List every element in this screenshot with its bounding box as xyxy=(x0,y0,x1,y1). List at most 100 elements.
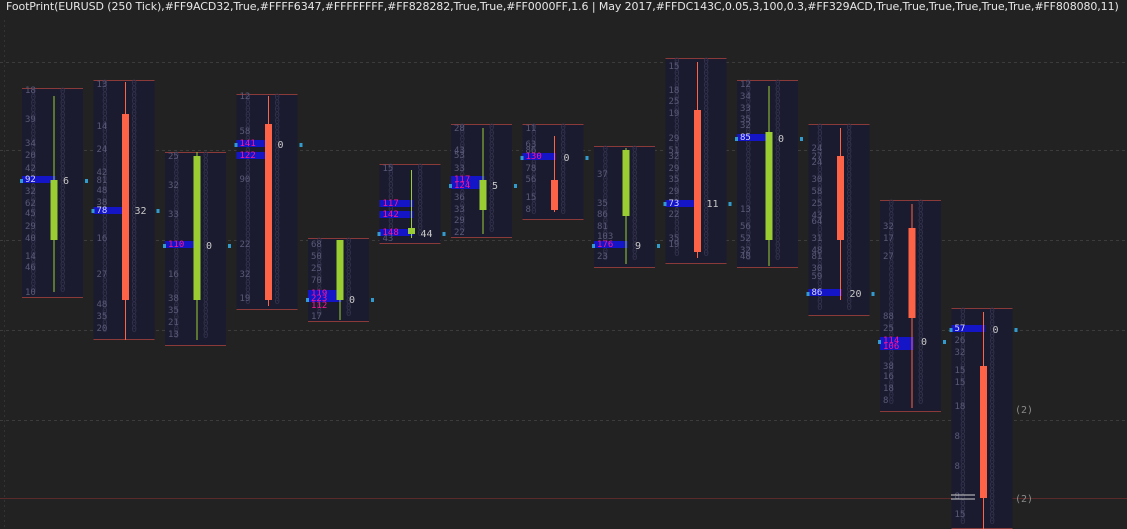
candle-body-up[interactable] xyxy=(336,240,344,300)
volume-label: 13 xyxy=(168,330,179,340)
poc-right-marker xyxy=(800,137,803,141)
volume-label: 29 xyxy=(669,187,680,197)
volume-label: 25 xyxy=(883,324,894,334)
volume-label: 17 xyxy=(311,312,322,322)
candle-body-down[interactable] xyxy=(694,110,701,252)
volume-label: 8 xyxy=(526,205,531,215)
volume-label: 32 xyxy=(955,348,966,358)
volume-label: 15 xyxy=(955,510,966,520)
footprint-chart[interactable]: 0 00 00 00 00 00 00 00 00 00 00 00 00 00 0000 00 00 00 00 0… xyxy=(0,0,1127,529)
candle-body-down[interactable] xyxy=(551,180,558,210)
volume-label: 45 xyxy=(25,209,36,219)
poc-right-marker xyxy=(228,244,231,248)
ask-volume-dim: 0 xyxy=(203,331,208,341)
volume-label: 53 xyxy=(454,151,465,161)
candle-body-down[interactable] xyxy=(980,366,987,498)
volume-label: 58 xyxy=(812,187,823,197)
volume-label: 31 xyxy=(812,234,823,244)
poc-left-marker xyxy=(949,328,953,332)
volume-label: 56 xyxy=(526,175,537,185)
bar-delta-value: 20 xyxy=(850,289,862,300)
bar-delta-value: 0 xyxy=(778,134,784,145)
poc-left-marker xyxy=(663,202,667,206)
ask-volume-dim: 0 xyxy=(918,397,923,407)
volume-label: 43 xyxy=(383,234,394,244)
candle-body-down[interactable] xyxy=(908,228,916,318)
candle-body-up[interactable] xyxy=(622,150,630,216)
ask-volume-dim: 0 xyxy=(847,303,852,313)
bar-delta-value: 32 xyxy=(135,206,147,217)
volume-label: 13 xyxy=(740,205,751,215)
poc-left-marker xyxy=(163,244,166,248)
volume-label: 16 xyxy=(168,270,179,280)
volume-label: 15 xyxy=(955,366,966,376)
volume-label: 48 xyxy=(97,186,108,196)
poc-left-marker xyxy=(234,143,238,147)
volume-label: 19 xyxy=(669,240,680,250)
volume-label: 32 xyxy=(883,222,894,232)
volume-label: 34 xyxy=(25,139,36,149)
volume-label: 18 xyxy=(25,86,36,96)
bar-delta-value: 0 xyxy=(921,337,927,348)
volume-label: 33 xyxy=(168,210,179,220)
volume-label: 48 xyxy=(740,252,751,262)
volume-label: 73 xyxy=(669,199,680,209)
volume-label: 40 xyxy=(25,234,36,244)
candle-body-down[interactable] xyxy=(265,124,272,300)
volume-label: 34 xyxy=(740,92,751,102)
poc-right-marker xyxy=(657,244,660,248)
volume-label: 16 xyxy=(883,372,894,382)
volume-label: 112 xyxy=(311,301,327,311)
volume-label: 29 xyxy=(454,216,465,226)
volume-label: 52 xyxy=(740,234,751,244)
bar-delta-value: 9 xyxy=(635,241,641,252)
poc-right-marker xyxy=(728,202,732,206)
volume-label: 32 xyxy=(25,187,36,197)
volume-label: 21 xyxy=(168,318,179,328)
volume-label: 62 xyxy=(25,199,36,209)
volume-label: 26 xyxy=(955,336,966,346)
volume-label: 15 xyxy=(955,378,966,388)
volume-label: 142 xyxy=(383,210,399,220)
poc-right-marker xyxy=(871,292,875,296)
volume-label: 42 xyxy=(25,164,36,174)
volume-label: 110 xyxy=(168,240,184,250)
poc-left-marker xyxy=(806,292,810,296)
volume-label: 37 xyxy=(597,170,608,180)
volume-label: 32 xyxy=(168,181,179,191)
volume-label: 29 xyxy=(25,222,36,232)
bar-delta-value: 0 xyxy=(278,140,284,151)
poc-right-marker xyxy=(585,156,589,160)
volume-label: 33 xyxy=(454,164,465,174)
volume-label: 70 xyxy=(311,276,322,286)
volume-label: 56 xyxy=(740,222,751,232)
volume-label: 15 xyxy=(383,164,394,174)
poc-right-marker xyxy=(943,340,946,344)
candle-body-down[interactable] xyxy=(837,156,844,240)
candle-body-up[interactable] xyxy=(408,228,415,234)
volume-label: 85 xyxy=(740,133,751,143)
poc-right-marker xyxy=(442,232,446,236)
volume-label: 39 xyxy=(25,115,36,125)
candle-body-up[interactable] xyxy=(50,180,58,240)
ask-volume-dim: 0 xyxy=(132,325,137,335)
volume-label: 122 xyxy=(240,151,256,161)
volume-label: 8 xyxy=(955,492,960,502)
candle-body-up[interactable] xyxy=(193,156,201,300)
volume-label: 35 xyxy=(168,306,179,316)
volume-label: 25 xyxy=(669,97,680,107)
volume-label: 19 xyxy=(240,294,251,304)
ask-volume-dim: 0 xyxy=(275,297,280,307)
poc-left-marker xyxy=(878,340,881,344)
volume-label: 117 xyxy=(383,199,399,209)
volume-label: 24 xyxy=(812,158,823,168)
ask-volume-dim: 0 xyxy=(990,517,995,527)
candle-body-down[interactable] xyxy=(122,114,129,300)
volume-label: 15 xyxy=(669,62,680,72)
volume-label: 38 xyxy=(168,294,179,304)
ask-volume-dim: 0 xyxy=(561,207,566,217)
candle-body-up[interactable] xyxy=(765,132,773,240)
volume-label: 58 xyxy=(240,127,251,137)
volume-label: 124 xyxy=(454,181,470,191)
candle-body-up[interactable] xyxy=(479,180,487,210)
